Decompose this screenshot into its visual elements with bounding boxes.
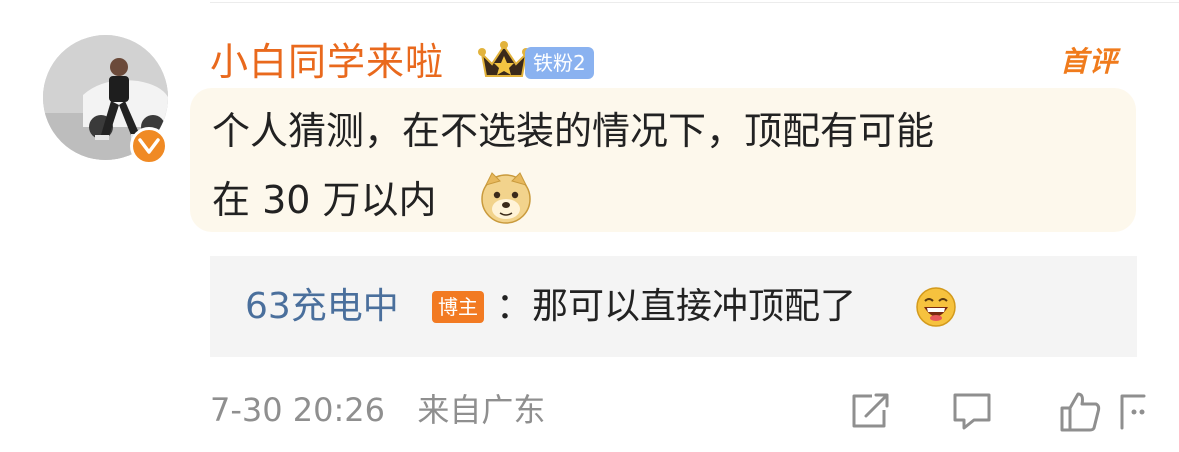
top-divider: [210, 2, 1179, 3]
laughing-emoji-icon: [915, 286, 957, 332]
like-icon[interactable]: [1058, 390, 1102, 438]
location: 来自广东: [417, 391, 546, 429]
crown-icon: [478, 40, 530, 86]
reply-text: ：那可以直接冲顶配了: [496, 286, 857, 327]
doge-emoji-icon: [478, 169, 534, 229]
reply-author[interactable]: 63充电中: [245, 283, 399, 331]
verified-icon: [130, 127, 168, 165]
comment-text-line1: 个人猜测，在不选装的情况下，顶配有可能: [212, 109, 935, 153]
blogger-badge: 博主: [432, 291, 484, 323]
comment-meta: 7-30 20:26 来自广东: [210, 388, 545, 432]
fan-badge: 铁粉2: [525, 47, 594, 79]
first-comment-badge: 首评: [1060, 45, 1119, 78]
comment-text-line2: 在 30 万以内: [212, 178, 437, 222]
username[interactable]: 小白同学来啦: [210, 38, 444, 86]
share-icon[interactable]: [848, 390, 892, 434]
comment-icon[interactable]: [950, 390, 994, 438]
timestamp: 7-30 20:26: [210, 391, 386, 429]
more-icon[interactable]: [1112, 390, 1156, 438]
